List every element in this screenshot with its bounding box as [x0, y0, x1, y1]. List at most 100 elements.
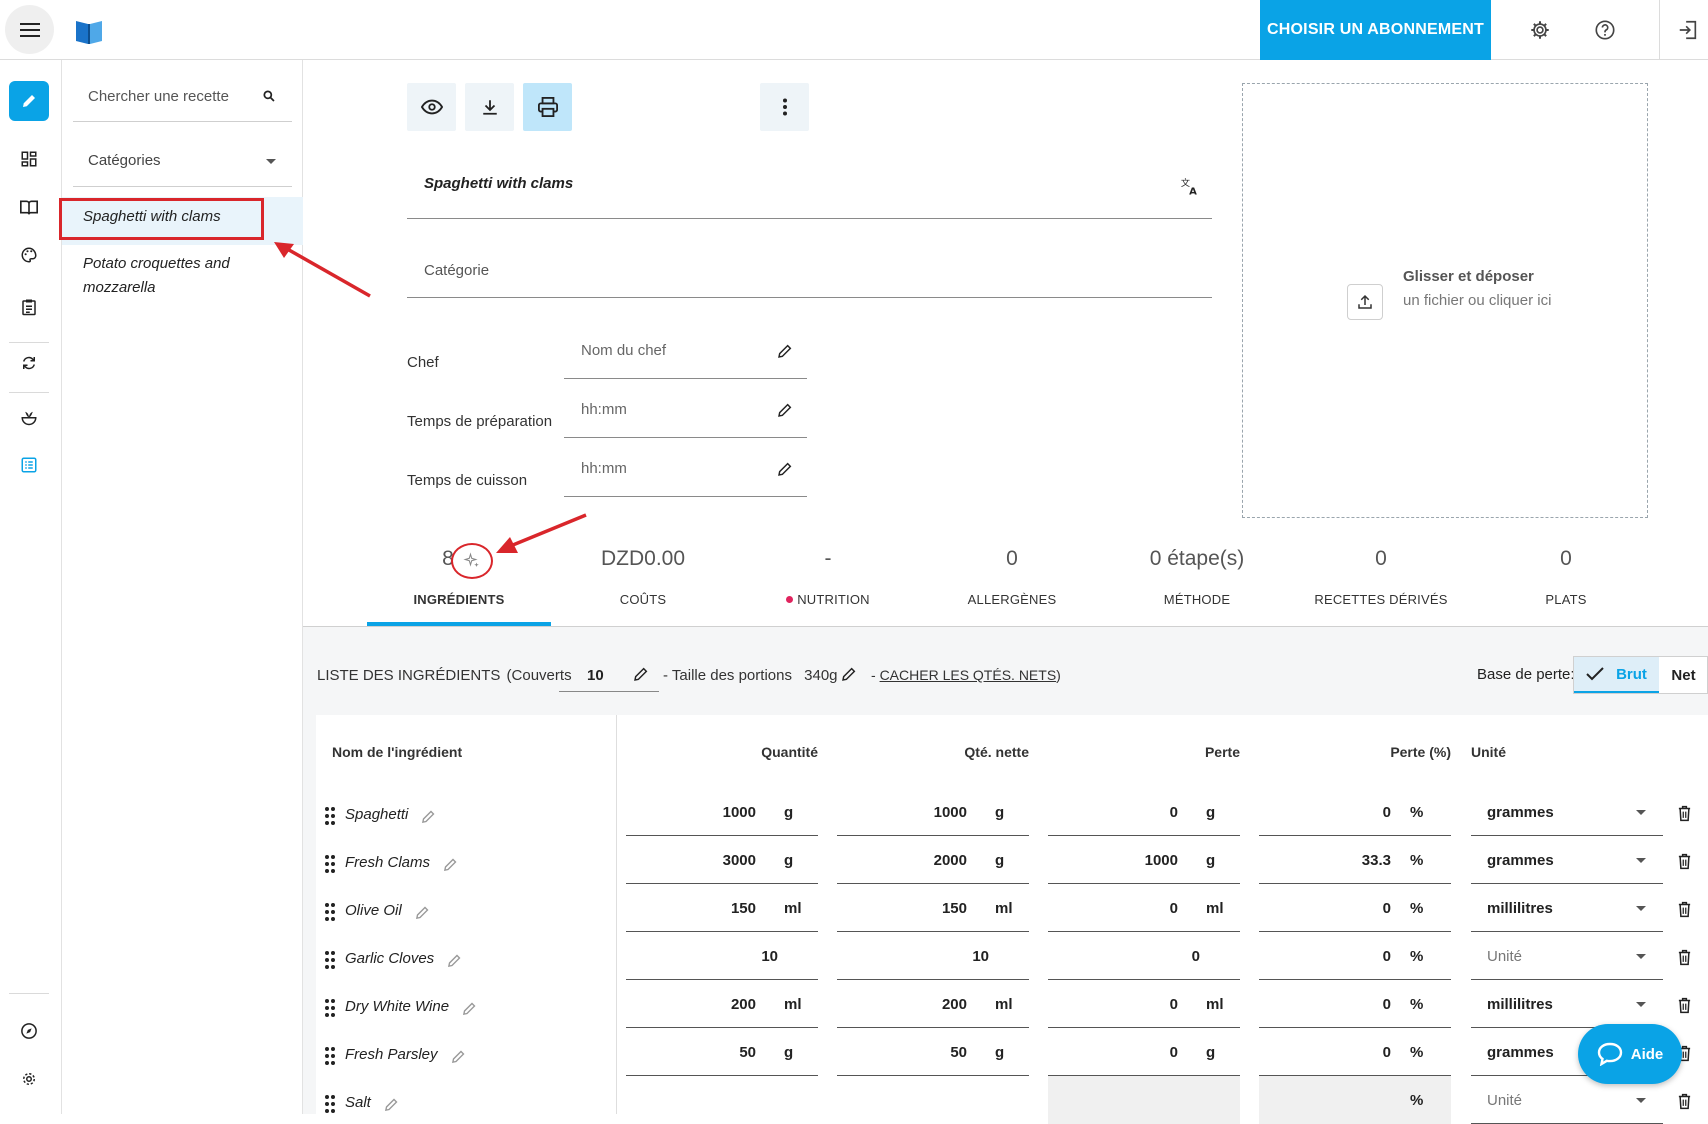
drag-handle-icon[interactable] — [324, 806, 336, 826]
chef-name-input[interactable]: Nom du chef — [581, 342, 666, 359]
unit-select-value[interactable]: grammes — [1487, 1044, 1554, 1061]
pencil-icon[interactable] — [421, 809, 436, 829]
dashboard-icon[interactable] — [9, 139, 49, 179]
unit-select-value[interactable]: millilitres — [1487, 996, 1553, 1013]
chevron-down-icon[interactable] — [1636, 906, 1646, 911]
pencil-icon[interactable] — [384, 1097, 399, 1117]
tab-derived-recipes[interactable]: RECETTES DÉRIVÉS — [1289, 592, 1473, 607]
loss-value[interactable]: 0 — [1048, 1044, 1178, 1061]
loss-pct-value[interactable]: 0 — [1259, 804, 1391, 821]
hide-net-quantities-link[interactable]: CACHER LES QTÉS. NETS — [880, 667, 1057, 683]
search-icon[interactable] — [262, 89, 276, 108]
gear-icon[interactable] — [1525, 15, 1555, 45]
unit-select-value[interactable]: millilitres — [1487, 900, 1553, 917]
unit-select-value[interactable]: grammes — [1487, 852, 1554, 869]
translate-icon[interactable]: 文A — [1180, 176, 1200, 201]
sync-icon[interactable] — [9, 343, 49, 383]
clipboard-icon[interactable] — [9, 287, 49, 327]
tab-nutrition[interactable]: NUTRITION — [736, 592, 920, 607]
dishes-value[interactable]: 0 — [1474, 547, 1658, 571]
derived-recipes-value[interactable]: 0 — [1289, 547, 1473, 571]
recipe-search-input[interactable]: Chercher une recette — [88, 88, 229, 105]
loss-pct-value[interactable]: 0 — [1259, 948, 1391, 965]
tab-allergens[interactable]: ALLERGÈNES — [920, 592, 1104, 607]
loss-value[interactable]: 0 — [1048, 948, 1200, 965]
loss-cell[interactable] — [1048, 1076, 1240, 1124]
loss-pct-value[interactable]: 0 — [1259, 996, 1391, 1013]
plant-bowl-icon[interactable] — [9, 397, 49, 437]
pencil-icon[interactable] — [447, 953, 462, 973]
chevron-down-icon[interactable] — [1636, 810, 1646, 815]
settings-icon[interactable] — [9, 1059, 49, 1099]
list-icon[interactable] — [9, 445, 49, 485]
drag-handle-icon[interactable] — [324, 1046, 336, 1066]
pencil-icon[interactable] — [451, 1049, 466, 1069]
ingredient-name[interactable]: Garlic Cloves — [345, 950, 434, 967]
pencil-icon[interactable] — [415, 905, 430, 925]
trash-icon[interactable] — [1677, 1093, 1692, 1115]
qty-value[interactable]: 3000 — [626, 852, 756, 869]
pencil-icon[interactable] — [462, 1001, 477, 1021]
pencil-icon[interactable] — [633, 666, 649, 687]
ingredient-name[interactable]: Spaghetti — [345, 806, 408, 823]
qty-value[interactable]: 150 — [626, 900, 756, 917]
prep-time-input[interactable]: hh:mm — [581, 401, 627, 418]
qty-value[interactable]: 50 — [626, 1044, 756, 1061]
drag-handle-icon[interactable] — [324, 854, 336, 874]
tab-costs[interactable]: COÛTS — [551, 592, 735, 607]
trash-icon[interactable] — [1677, 949, 1692, 971]
loss-value[interactable]: 0 — [1048, 996, 1178, 1013]
drag-handle-icon[interactable] — [324, 998, 336, 1018]
unit-select-value[interactable]: grammes — [1487, 804, 1554, 821]
tab-method[interactable]: MÉTHODE — [1105, 592, 1289, 607]
book-icon[interactable] — [9, 187, 49, 227]
nutrition-value[interactable]: - — [736, 547, 920, 571]
choose-subscription-button[interactable]: CHOISIR UN ABONNEMENT — [1260, 0, 1491, 60]
tab-dishes[interactable]: PLATS — [1474, 592, 1658, 607]
tab-ingredients[interactable]: INGRÉDIENTS — [367, 592, 551, 607]
allergens-value[interactable]: 0 — [920, 547, 1104, 571]
drag-handle-icon[interactable] — [324, 1094, 336, 1114]
edit-recipe-icon[interactable] — [9, 81, 49, 121]
qty-value[interactable]: 1000 — [626, 804, 756, 821]
brut-toggle-button[interactable]: Brut — [1574, 657, 1659, 693]
net-value[interactable]: 10 — [837, 948, 989, 965]
trash-icon[interactable] — [1677, 805, 1692, 827]
unit-select-value[interactable]: Unité — [1487, 1092, 1522, 1109]
unit-select-value[interactable]: Unité — [1487, 948, 1522, 965]
loss-pct-value[interactable]: 33.3 — [1259, 852, 1391, 869]
more-options-button[interactable] — [760, 83, 809, 131]
chevron-down-icon[interactable] — [1636, 1002, 1646, 1007]
cook-time-input[interactable]: hh:mm — [581, 460, 627, 477]
upload-icon[interactable] — [1347, 284, 1383, 320]
chevron-down-icon[interactable] — [266, 159, 276, 164]
loss-value[interactable]: 1000 — [1048, 852, 1178, 869]
recipe-title-field[interactable]: Spaghetti with clams — [424, 175, 573, 192]
qty-value[interactable]: 10 — [626, 948, 778, 965]
net-toggle-button[interactable]: Net — [1659, 657, 1708, 693]
ingredient-name[interactable]: Olive Oil — [345, 902, 402, 919]
palette-icon[interactable] — [9, 235, 49, 275]
logout-icon[interactable] — [1673, 15, 1703, 45]
app-logo-icon[interactable] — [74, 18, 104, 46]
help-chat-button[interactable]: Aide — [1578, 1024, 1682, 1084]
ingredient-name[interactable]: Fresh Clams — [345, 854, 430, 871]
couverts-input[interactable]: 10 — [587, 667, 604, 684]
net-cell[interactable] — [837, 1076, 1029, 1124]
preview-button[interactable] — [407, 83, 456, 131]
net-value[interactable]: 150 — [837, 900, 967, 917]
pencil-icon[interactable] — [777, 402, 793, 423]
categories-dropdown[interactable]: Catégories — [88, 152, 161, 169]
hamburger-menu-icon[interactable] — [5, 5, 54, 54]
trash-icon[interactable] — [1677, 853, 1692, 875]
drag-handle-icon[interactable] — [324, 902, 336, 922]
loss-value[interactable]: 0 — [1048, 900, 1178, 917]
pencil-icon[interactable] — [777, 461, 793, 482]
qty-cell[interactable] — [626, 1076, 818, 1124]
recipe-list-item[interactable]: Potato croquettes and mozzarella — [83, 252, 283, 300]
chevron-down-icon[interactable] — [1636, 1098, 1646, 1103]
loss-pct-value[interactable]: 0 — [1259, 900, 1391, 917]
trash-icon[interactable] — [1677, 997, 1692, 1019]
qty-value[interactable]: 200 — [626, 996, 756, 1013]
net-value[interactable]: 1000 — [837, 804, 967, 821]
